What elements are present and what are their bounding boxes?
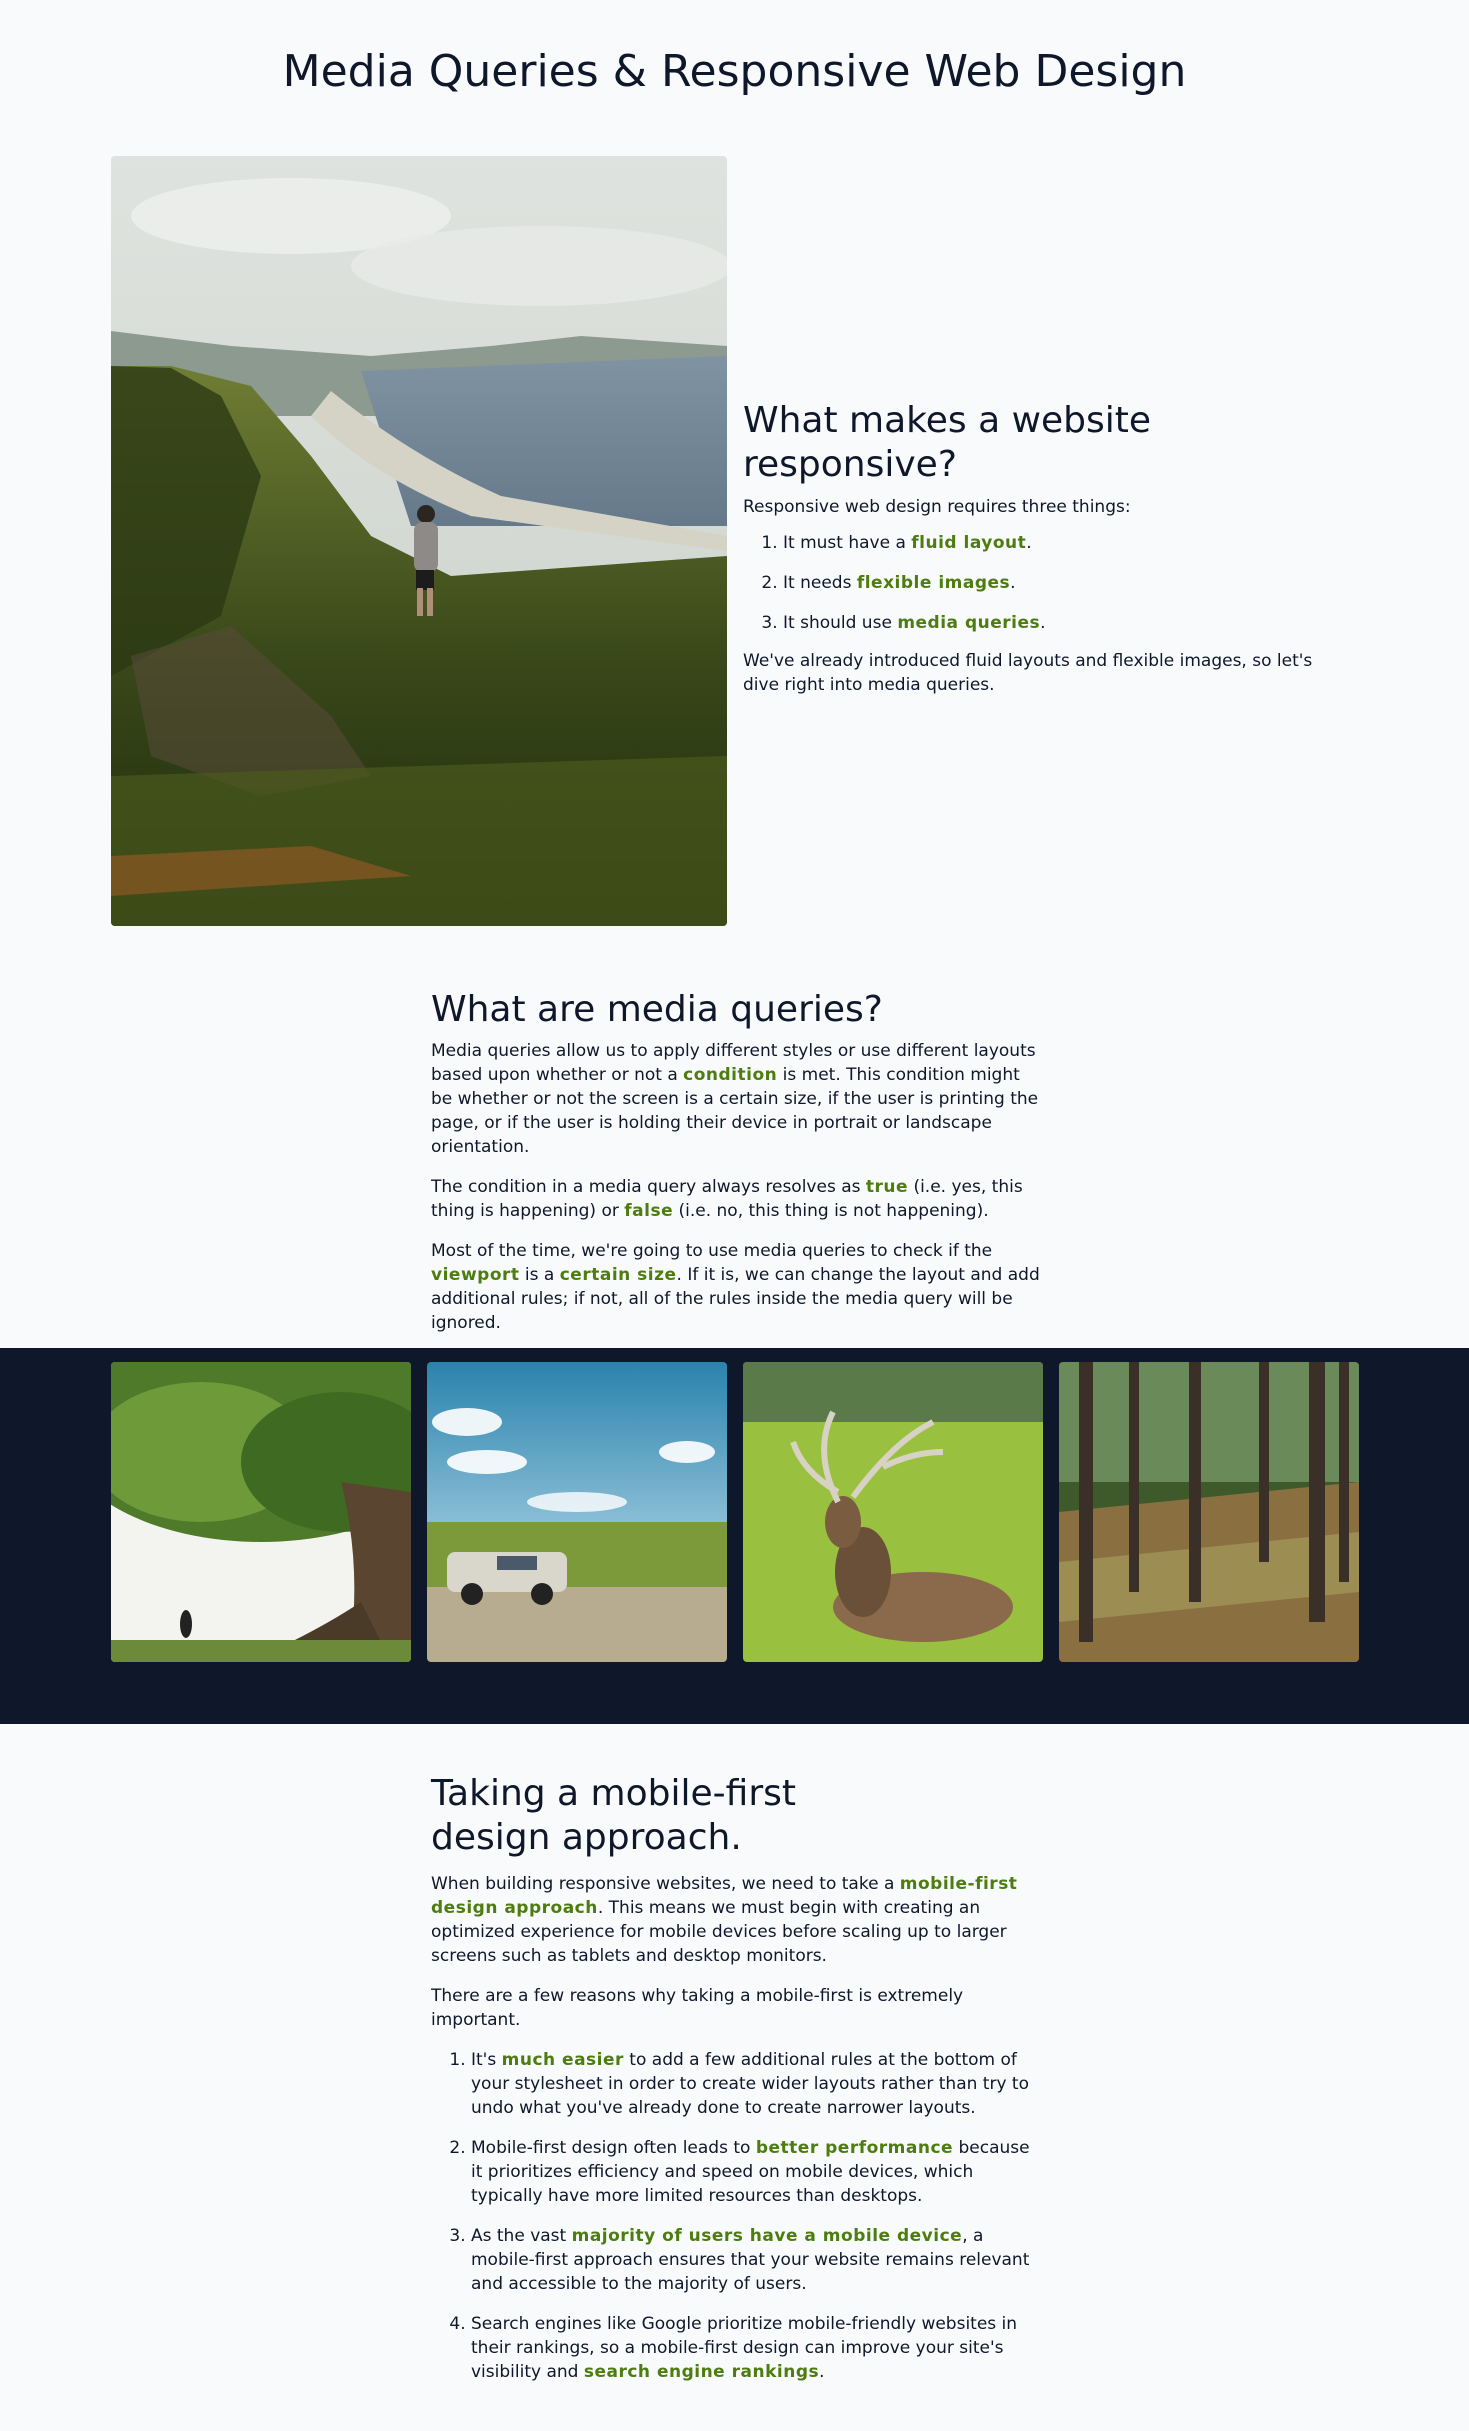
mobile-first-paragraph-2: There are a few reasons why taking a mob… — [431, 1986, 964, 2030]
responsive-list: It must have a fluid layout. It needs fl… — [743, 531, 1343, 635]
responsive-text-block: What makes a website responsive? Respons… — [743, 399, 1343, 697]
highlight-term: true — [865, 1177, 909, 1197]
highlight-term: better performance — [755, 2138, 954, 2158]
media-queries-paragraph-1: Media queries allow us to apply differen… — [431, 1041, 1039, 1157]
highlight-term: much easier — [501, 2050, 624, 2070]
hero-photo-hiker-on-cliff — [111, 156, 727, 926]
list-item: Mobile-first design often leads to bette… — [471, 2136, 1041, 2208]
list-item: It needs flexible images. — [783, 571, 1343, 595]
gallery-photo-car-field — [427, 1362, 727, 1662]
gallery-photo-forest — [1059, 1362, 1359, 1662]
mobile-first-paragraph-1: When building responsive websites, we ne… — [431, 1874, 1018, 1966]
list-item: It's much easier to add a few additional… — [471, 2048, 1041, 2120]
highlight-term: certain size — [559, 1265, 677, 1285]
list-item: It must have a fluid layout. — [783, 531, 1343, 555]
media-queries-paragraph-3: Most of the time, we're going to use med… — [431, 1241, 1040, 1333]
mobile-first-list: It's much easier to add a few additional… — [431, 2048, 1041, 2384]
media-queries-heading: What are media queries? — [431, 989, 883, 1030]
highlight-term: fluid layout — [911, 533, 1027, 553]
responsive-outro: We've already introduced fluid layouts a… — [743, 651, 1313, 695]
list-item: It should use media queries. — [783, 611, 1343, 635]
highlight-term: majority of users have a mobile device — [571, 2226, 963, 2246]
highlight-term: search engine rankings — [583, 2362, 820, 2382]
hero-section: What makes a website responsive? Respons… — [111, 156, 1359, 926]
highlight-term: flexible images — [856, 573, 1011, 593]
gallery-photo-tree — [111, 1362, 411, 1662]
mobile-first-section: Taking a mobile-first design approach. W… — [431, 1772, 1041, 2400]
highlight-term: condition — [683, 1065, 778, 1085]
highlight-term: false — [624, 1201, 674, 1221]
highlight-term: viewport — [431, 1265, 520, 1285]
list-item: As the vast majority of users have a mob… — [471, 2224, 1041, 2296]
list-item: Search engines like Google prioritize mo… — [471, 2312, 1041, 2384]
highlight-term: media queries — [897, 613, 1041, 633]
responsive-intro: Responsive web design requires three thi… — [743, 497, 1131, 517]
media-queries-paragraph-2: The condition in a media query always re… — [431, 1177, 1023, 1221]
media-queries-section: What are media queries? Media queries al… — [431, 988, 1041, 1335]
gallery-photo-elk — [743, 1362, 1043, 1662]
page-title: Media Queries & Responsive Web Design — [282, 46, 1187, 97]
mobile-first-heading: Taking a mobile-first design approach. — [431, 1773, 796, 1858]
responsive-heading: What makes a website responsive? — [743, 400, 1152, 485]
